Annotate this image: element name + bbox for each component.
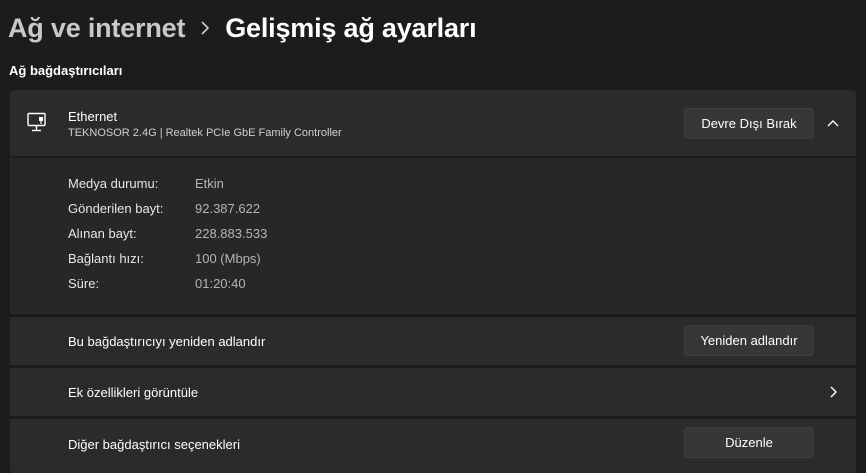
ethernet-monitor-icon: [26, 112, 50, 134]
chevron-right-icon: [828, 385, 840, 399]
detail-label: Süre:: [68, 276, 100, 291]
page-title: Gelişmiş ağ ayarları: [225, 12, 477, 43]
adapter-name: Ethernet: [68, 109, 118, 124]
chevron-up-icon[interactable]: [826, 116, 840, 130]
detail-value: 100 (Mbps): [195, 251, 261, 266]
advanced-network-settings-page: Ağ ve internet Gelişmiş ağ ayarları Ağ b…: [0, 0, 866, 473]
edit-button[interactable]: Düzenle: [684, 427, 814, 458]
more-adapter-options-label: Diğer bağdaştırıcı seçenekleri: [68, 437, 240, 452]
chevron-right-icon: [185, 21, 225, 35]
detail-value: Etkin: [195, 176, 224, 191]
ethernet-adapter-card[interactable]: Ethernet TEKNOSOR 2.4G | Realtek PCIe Gb…: [10, 90, 856, 156]
view-properties-label: Ek özellikleri görüntüle: [68, 385, 199, 400]
breadcrumb: Ağ ve internet Gelişmiş ağ ayarları: [8, 8, 477, 48]
view-properties-row[interactable]: Ek özellikleri görüntüle: [10, 368, 856, 416]
rename-adapter-label: Bu bağdaştırıcıyı yeniden adlandır: [68, 334, 266, 349]
breadcrumb-network-internet[interactable]: Ağ ve internet: [8, 13, 185, 44]
rename-button[interactable]: Yeniden adlandır: [684, 325, 814, 356]
detail-value: 01:20:40: [195, 276, 246, 291]
disable-adapter-button[interactable]: Devre Dışı Bırak: [684, 108, 814, 139]
more-adapter-options-row: Diğer bağdaştırıcı seçenekleri Düzenle: [10, 419, 856, 473]
detail-value: 228.883.533: [195, 226, 268, 241]
adapter-description: TEKNOSOR 2.4G | Realtek PCIe GbE Family …: [68, 127, 342, 139]
adapter-details-panel: Medya durumu: Etkin Gönderilen bayt: 92.…: [10, 158, 856, 314]
network-adapters-heading: Ağ bağdaştırıcıları: [9, 63, 123, 78]
detail-label: Alınan bayt:: [68, 226, 137, 241]
detail-value: 92.387.622: [195, 201, 261, 216]
detail-label: Medya durumu:: [68, 176, 159, 191]
rename-adapter-row: Bu bağdaştırıcıyı yeniden adlandır Yenid…: [10, 317, 856, 365]
detail-label: Gönderilen bayt:: [68, 201, 164, 216]
detail-label: Bağlantı hızı:: [68, 251, 144, 266]
